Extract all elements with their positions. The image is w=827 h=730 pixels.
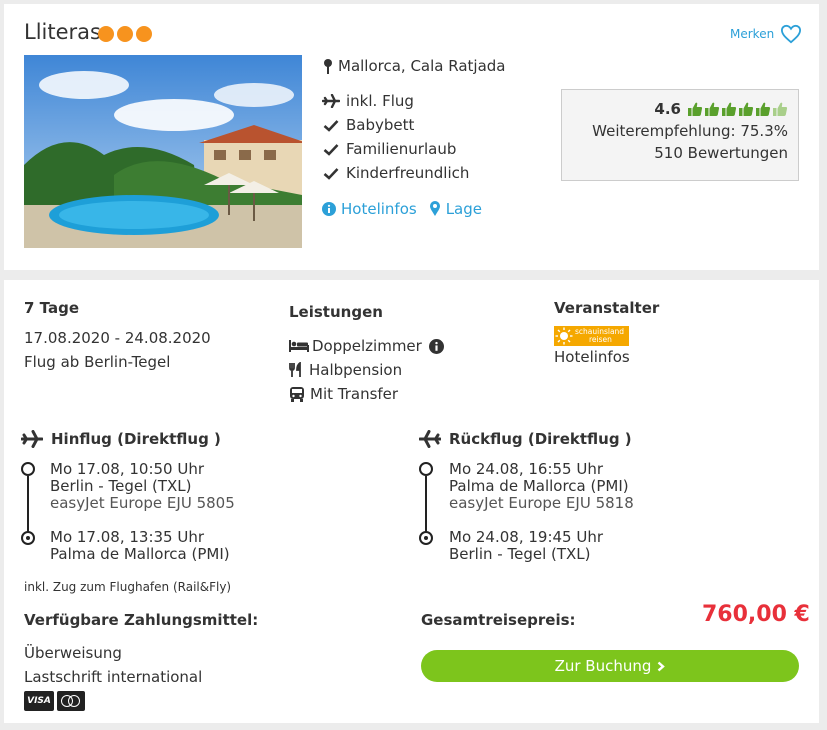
hotel-photo[interactable] xyxy=(24,55,302,248)
mastercard-icon xyxy=(57,691,85,711)
payment-method: Lastschrift international xyxy=(24,668,203,686)
return-departure: Mo 24.08, 16:55 Uhr Palma de Mallorca (P… xyxy=(449,460,634,512)
return-arrival: Mo 24.08, 19:45 Uhr Berlin - Tegel (TXL) xyxy=(449,528,604,563)
thumbs-up-icon xyxy=(705,102,720,116)
operator-logo[interactable]: schauinsland reisen xyxy=(554,326,629,346)
feature-item: Kinderfreundlich xyxy=(322,164,469,182)
rating-thumbs xyxy=(687,101,788,117)
location-label: Mallorca, Cala Ratjada xyxy=(338,57,506,75)
rail-fly-note: inkl. Zug zum Flughafen (Rail&Fly) xyxy=(24,580,232,594)
service-label: Mit Transfer xyxy=(310,385,399,403)
star-dot xyxy=(117,26,133,42)
hotelinfos-link[interactable]: Hotelinfos xyxy=(322,200,417,218)
map-pin-icon xyxy=(324,59,332,74)
check-icon xyxy=(323,119,339,132)
bus-icon xyxy=(290,387,304,402)
outbound-title: Hinflug (Direktflug ) xyxy=(21,430,221,448)
feature-label: Familienurlaub xyxy=(346,140,457,158)
book-button[interactable]: Zur Buchung xyxy=(421,650,799,682)
plane-icon xyxy=(21,430,43,448)
plane-icon xyxy=(322,94,340,108)
rating-box[interactable]: 4.6 Weiterempfehlung: 75.3% 510 Bewertun… xyxy=(561,89,799,181)
service-label: Halbpension xyxy=(309,361,403,379)
star-dot xyxy=(136,26,152,42)
service-label: Doppelzimmer xyxy=(312,337,422,355)
hotel-location: Mallorca, Cala Ratjada xyxy=(322,57,506,75)
sun-icon xyxy=(555,327,573,345)
rating-score: 4.6 xyxy=(654,100,681,118)
payment-logos: VISA xyxy=(24,691,85,711)
book-button-label: Zur Buchung xyxy=(554,657,652,675)
review-count: 510 Bewertungen xyxy=(654,144,788,162)
timeline-line xyxy=(27,476,29,532)
bed-icon xyxy=(289,340,309,352)
outbound-arrival: Mo 17.08, 13:35 Uhr Palma de Mallorca (P… xyxy=(50,528,230,563)
timeline-line xyxy=(425,476,427,532)
operator-logo-text: reisen xyxy=(589,335,612,344)
payment-method: Überweisung xyxy=(24,644,122,662)
services-heading: Leistungen xyxy=(289,303,383,321)
trip-duration: 7 Tage xyxy=(24,299,79,317)
heart-icon xyxy=(781,24,802,44)
visa-logo: VISA xyxy=(24,691,54,711)
thumbs-up-icon xyxy=(722,102,737,116)
info-icon[interactable] xyxy=(428,338,444,354)
check-icon xyxy=(323,143,339,156)
save-button[interactable]: Merken xyxy=(730,24,802,44)
payment-heading: Verfügbare Zahlungsmittel: xyxy=(24,611,259,629)
feature-label: Babybett xyxy=(346,116,415,134)
thumbs-up-icon xyxy=(688,102,703,116)
hotel-stars xyxy=(98,26,152,42)
trip-dates: 17.08.2020 - 24.08.2020 xyxy=(24,329,211,347)
info-icon xyxy=(322,202,336,216)
feature-label: inkl. Flug xyxy=(346,92,414,110)
save-label: Merken xyxy=(730,27,775,41)
feature-item: Babybett xyxy=(322,116,414,134)
feature-flight: inkl. Flug xyxy=(322,92,414,110)
arrival-dot xyxy=(419,531,433,545)
lage-link[interactable]: Lage xyxy=(429,200,482,218)
feature-item: Familienurlaub xyxy=(322,140,456,158)
hotel-name[interactable]: Lliteras xyxy=(24,20,101,44)
operator-heading: Veranstalter xyxy=(554,299,660,317)
star-dot xyxy=(98,26,114,42)
cutlery-icon xyxy=(289,362,301,377)
recommendation-text: Weiterempfehlung: 75.3% xyxy=(592,122,788,140)
map-pin-icon xyxy=(429,201,440,216)
total-label: Gesamtreisepreis: xyxy=(421,611,576,629)
departure-dot xyxy=(419,462,433,476)
outbound-departure: Mo 17.08, 10:50 Uhr Berlin - Tegel (TXL)… xyxy=(50,460,235,512)
total-price: 760,00 € xyxy=(702,602,810,627)
trip-departure: Flug ab Berlin-Tegel xyxy=(24,353,171,371)
hotel-card: Lliteras Merken Mallorca, Cala Ratjada i… xyxy=(4,4,819,270)
thumbs-up-icon xyxy=(756,102,771,116)
thumbs-up-icon xyxy=(773,102,788,116)
service-transfer: Mit Transfer xyxy=(289,385,398,403)
chevron-right-icon xyxy=(658,661,666,671)
check-icon xyxy=(323,167,339,180)
operator-hotelinfos-link[interactable]: Hotelinfos xyxy=(554,348,630,366)
return-title: Rückflug (Direktflug ) xyxy=(419,430,632,448)
hotel-links: Hotelinfos Lage xyxy=(322,200,482,218)
feature-label: Kinderfreundlich xyxy=(346,164,470,182)
thumbs-up-icon xyxy=(739,102,754,116)
departure-dot xyxy=(21,462,35,476)
offer-card: 7 Tage 17.08.2020 - 24.08.2020 Flug ab B… xyxy=(4,280,819,723)
service-room: Doppelzimmer xyxy=(289,337,444,355)
service-board: Halbpension xyxy=(289,361,402,379)
arrival-dot xyxy=(21,531,35,545)
plane-return-icon xyxy=(419,430,441,448)
